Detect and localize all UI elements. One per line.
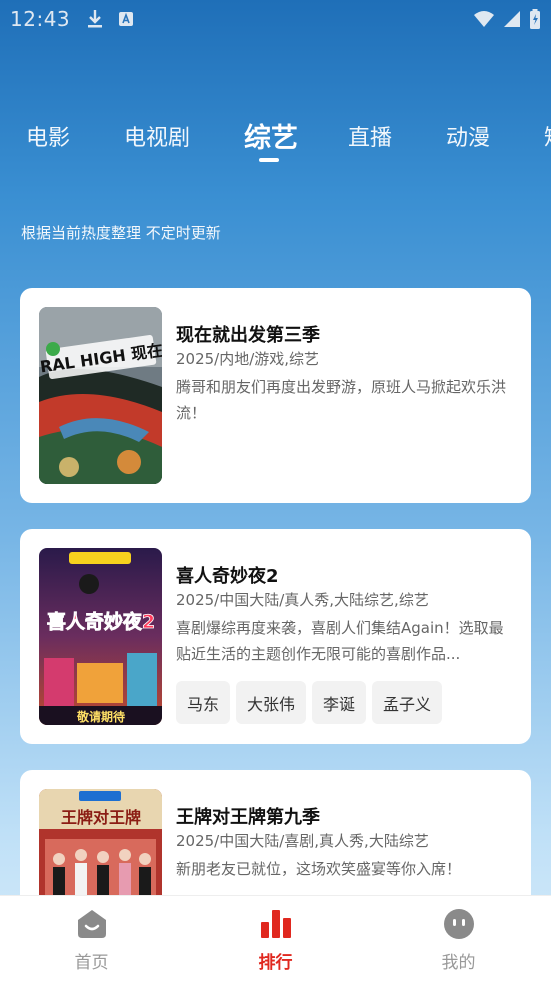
cast-tag[interactable]: 李诞 [312,681,367,724]
wifi-icon [474,11,494,27]
nav-ranking[interactable]: 排行 [184,896,367,981]
show-description: 腾哥和朋友们再度出发野游，原班人马掀起欢乐洪流！ [176,378,507,422]
poster-text: 喜人奇妙夜2 [47,610,155,633]
poster-text: 王牌对王牌 [61,808,141,827]
cast-tag[interactable]: 马东 [176,681,231,724]
cast-tag[interactable]: 大张伟 [236,681,307,724]
show-description: 新朋老友已就位，这场欢笑盛宴等你入席！ [176,860,462,878]
battery-icon [530,9,540,29]
profile-icon [444,909,474,939]
ranking-subtitle: 根据当前热度整理 不定时更新 [21,224,221,242]
home-icon [78,910,106,938]
nav-home[interactable]: 首页 [0,896,183,981]
nav-profile-label: 我的 [441,953,476,973]
poster-subtext: 敬请期待 [76,709,125,724]
show-title: 现在就出发第三季 [176,325,320,346]
bottom-navigation: 首页 排行 我的 [0,895,551,981]
tab-variety[interactable]: 综艺 [244,116,298,155]
show-meta: 2025/中国大陆/喜剧,真人秀,大陆综艺 [176,832,429,850]
download-icon [88,10,103,28]
show-card[interactable]: NATURAL HIGH 现在就出发 现在就出发第三季 2025/内地/游戏,综… [20,288,531,503]
show-meta: 2025/内地/游戏,综艺 [176,350,320,368]
nav-profile[interactable]: 我的 [367,896,550,981]
tab-anime[interactable]: 动漫 [446,120,490,152]
category-tabs: 电影 电视剧 综艺 直播 动漫 短 [0,112,551,172]
tab-movie[interactable]: 电影 [26,120,70,152]
nav-home-label: 首页 [74,953,109,973]
active-tab-indicator [259,158,279,162]
tab-live[interactable]: 直播 [348,120,392,152]
status-time: 12:43 [10,7,71,31]
show-title: 喜人奇妙夜2 [176,566,279,587]
tab-tv-series[interactable]: 电视剧 [124,120,190,152]
show-title: 王牌对王牌第九季 [176,807,320,828]
app-notification-icon [119,12,134,26]
cast-tag[interactable]: 孟子义 [372,681,443,724]
status-bar: 12:43 [0,0,551,38]
show-poster: 喜人奇妙夜2 敬请期待 [39,548,162,725]
show-description: 喜剧爆综再度来袭，喜剧人们集结Again！选取最贴近生活的主题创作无限可能的喜剧… [176,619,504,663]
show-meta: 2025/中国大陆/真人秀,大陆综艺,综艺 [176,591,429,609]
ranking-icon [261,910,291,938]
tab-short[interactable]: 短 [544,120,551,152]
show-poster: NATURAL HIGH 现在就出发 [39,307,162,484]
nav-ranking-label: 排行 [258,953,293,973]
show-card[interactable]: 喜人奇妙夜2 敬请期待 喜人奇妙夜2 2025/中国大陆/真人秀,大陆综艺,综艺… [20,529,531,744]
cellular-signal-icon [504,11,520,27]
